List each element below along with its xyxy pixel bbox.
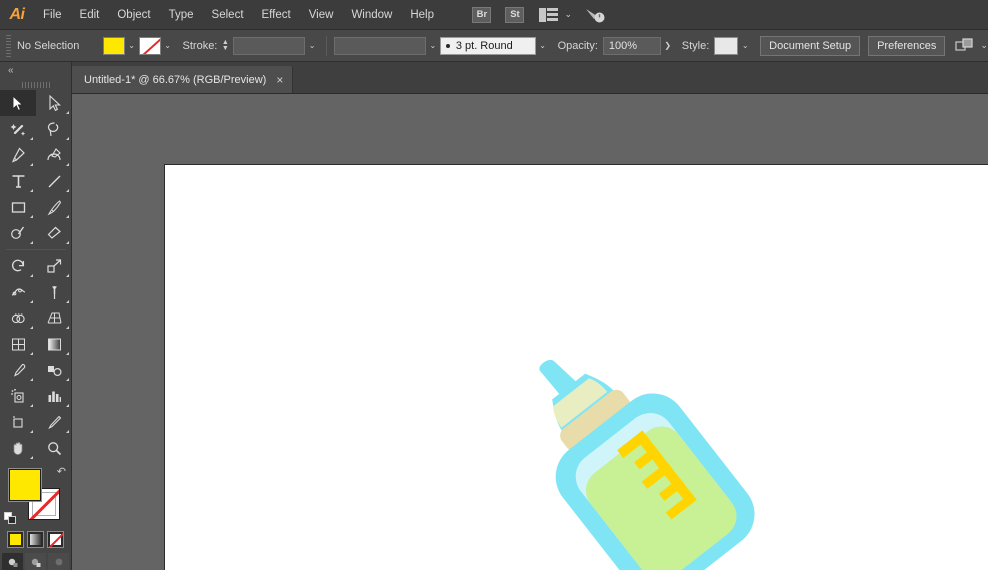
bridge-button[interactable]: Br — [472, 7, 491, 23]
default-fill-stroke-icon[interactable] — [4, 512, 17, 525]
brush-stroke-preview-icon — [446, 44, 450, 48]
artboard[interactable] — [164, 164, 988, 570]
fill-stroke-cluster: ↶ — [0, 465, 72, 527]
divider — [326, 36, 327, 56]
zoom-tool[interactable] — [36, 435, 72, 461]
arrange-documents-icon[interactable] — [955, 38, 975, 54]
arrange-chevron-icon[interactable]: ⌄ — [980, 40, 988, 51]
opacity-label: Opacity: — [558, 40, 598, 52]
scale-tool[interactable] — [36, 253, 72, 279]
opacity-input[interactable]: 100% — [603, 37, 661, 55]
swap-fill-stroke-icon[interactable]: ↶ — [57, 465, 66, 478]
gradient-mode-button[interactable] — [27, 531, 44, 548]
fill-color-swatch[interactable] — [103, 37, 125, 55]
line-segment-tool[interactable] — [36, 168, 72, 194]
selection-tool[interactable] — [0, 90, 36, 116]
menu-select[interactable]: Select — [203, 0, 253, 30]
rotate-tool[interactable] — [0, 253, 36, 279]
menu-bar: Ai File Edit Object Type Select Effect V… — [0, 0, 988, 30]
close-icon[interactable]: × — [276, 74, 283, 86]
brush-definition-label: 3 pt. Round — [456, 40, 513, 52]
direct-selection-tool[interactable] — [36, 90, 72, 116]
document-tab-bar: Untitled-1* @ 66.67% (RGB/Preview) × — [72, 62, 988, 94]
menu-help[interactable]: Help — [401, 0, 443, 30]
document-tab-title: Untitled-1* @ 66.67% (RGB/Preview) — [84, 74, 266, 86]
menu-window[interactable]: Window — [342, 0, 401, 30]
width-tool[interactable] — [0, 279, 36, 305]
fill-swatch[interactable] — [9, 469, 41, 501]
app-logo-icon: Ai — [0, 0, 34, 30]
column-graph-tool[interactable] — [36, 383, 72, 409]
magic-wand-tool[interactable] — [0, 116, 36, 142]
slice-tool[interactable] — [36, 409, 72, 435]
menu-view[interactable]: View — [300, 0, 343, 30]
menu-file[interactable]: File — [34, 0, 71, 30]
control-bar-grip[interactable] — [6, 35, 11, 57]
collapse-panel-button[interactable]: « — [0, 62, 71, 79]
menu-object[interactable]: Object — [108, 0, 159, 30]
mesh-tool[interactable] — [0, 331, 36, 357]
fill-dropdown-chevron-icon[interactable]: ⌄ — [125, 37, 139, 55]
perspective-grid-tool[interactable] — [36, 305, 72, 331]
none-mode-button[interactable] — [47, 531, 64, 548]
graphic-style-swatch[interactable] — [714, 37, 738, 55]
menu-effect[interactable]: Effect — [253, 0, 300, 30]
chevron-down-icon[interactable]: ⌄ — [564, 9, 572, 20]
blend-tool[interactable] — [36, 357, 72, 383]
eyedropper-tool[interactable] — [0, 357, 36, 383]
menu-bar-right-cluster: Br St ⌄ — [465, 6, 988, 24]
variable-width-profile-input[interactable] — [334, 37, 426, 55]
lasso-tool[interactable] — [36, 116, 72, 142]
divider — [6, 249, 66, 250]
document-tab[interactable]: Untitled-1* @ 66.67% (RGB/Preview) × — [72, 66, 293, 93]
brush-definition-input[interactable]: 3 pt. Round — [440, 37, 536, 55]
draw-normal-button[interactable] — [2, 553, 23, 570]
hand-tool[interactable] — [0, 435, 36, 461]
menu-type[interactable]: Type — [160, 0, 203, 30]
stroke-weight-stepper[interactable]: ▲▼ — [220, 40, 230, 52]
style-chevron-icon[interactable]: ⌄ — [738, 37, 752, 55]
paintbrush-tool[interactable] — [36, 194, 72, 220]
stroke-color-swatch[interactable] — [139, 37, 161, 55]
style-label: Style: — [682, 40, 710, 52]
draw-mode-bar — [0, 553, 71, 570]
canvas-area[interactable] — [72, 94, 988, 570]
stock-search-icon[interactable] — [584, 6, 606, 24]
stroke-dropdown-chevron-icon[interactable]: ⌄ — [161, 37, 175, 55]
curvature-tool[interactable] — [36, 142, 72, 168]
gradient-tool[interactable] — [36, 331, 72, 357]
tools-panel: « — [0, 62, 72, 570]
rectangle-tool[interactable] — [0, 194, 36, 220]
draw-inside-button[interactable] — [48, 553, 69, 570]
document-setup-button[interactable]: Document Setup — [760, 36, 860, 56]
symbol-sprayer-tool[interactable] — [0, 383, 36, 409]
menu-edit[interactable]: Edit — [71, 0, 109, 30]
stroke-weight-label: Stroke: — [183, 40, 218, 52]
color-mode-bar — [0, 531, 71, 548]
workspace-layout-icon[interactable] — [539, 8, 559, 22]
illustrator-window: Ai File Edit Object Type Select Effect V… — [0, 0, 988, 570]
shape-builder-tool[interactable] — [0, 305, 36, 331]
type-tool[interactable] — [0, 168, 36, 194]
preferences-button[interactable]: Preferences — [868, 36, 945, 56]
baby-bottle-illustration[interactable] — [495, 315, 795, 570]
artboard-tool[interactable] — [0, 409, 36, 435]
brush-definition-chevron-icon[interactable]: ⌄ — [536, 37, 550, 55]
tools-panel-grip[interactable] — [20, 79, 52, 90]
shaper-tool[interactable] — [0, 220, 36, 246]
opacity-chevron-icon[interactable]: ❯ — [661, 37, 675, 55]
variable-width-chevron-icon[interactable]: ⌄ — [426, 37, 440, 55]
control-bar: No Selection ⌄ ⌄ Stroke: ▲▼ ⌄ ⌄ 3 pt. Ro… — [0, 30, 988, 62]
stock-button[interactable]: St — [505, 7, 524, 23]
stroke-weight-chevron-icon[interactable]: ⌄ — [305, 37, 319, 55]
tool-grid — [0, 90, 72, 461]
stroke-weight-input[interactable] — [233, 37, 305, 55]
selection-status: No Selection — [17, 40, 103, 52]
free-transform-tool[interactable] — [36, 279, 72, 305]
eraser-tool[interactable] — [36, 220, 72, 246]
draw-behind-button[interactable] — [25, 553, 46, 570]
color-mode-button[interactable] — [7, 531, 24, 548]
pen-tool[interactable] — [0, 142, 36, 168]
